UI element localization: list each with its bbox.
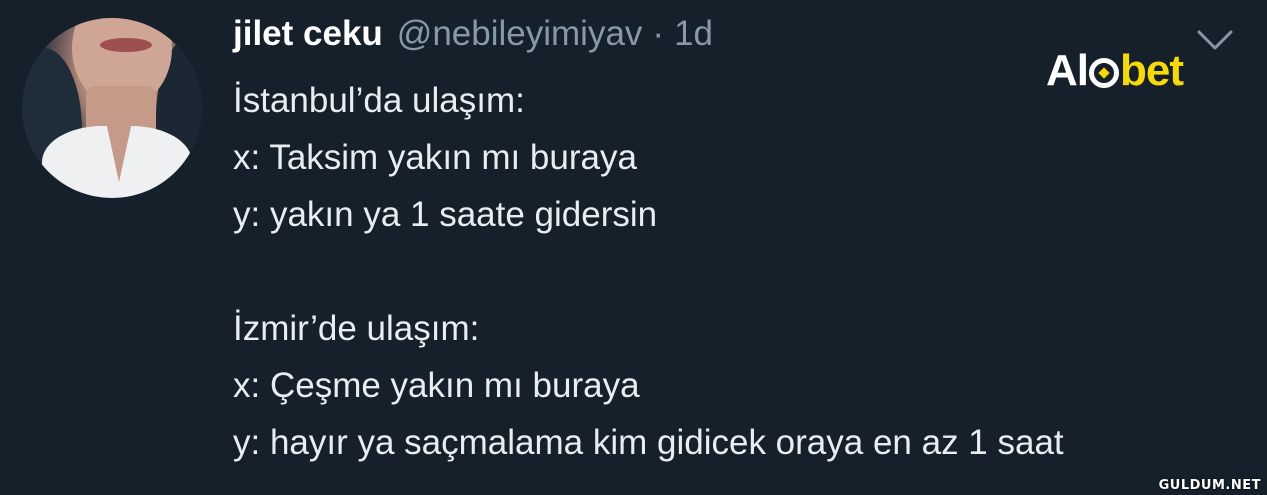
display-name[interactable]: jilet ceku [233, 14, 383, 54]
avatar[interactable] [22, 18, 202, 198]
tweet-header: jilet ceku @nebileyimiyav · 1d [233, 14, 713, 62]
tweet-line: y: yakın ya 1 saate gidersin [233, 195, 658, 234]
tweet-card: jilet ceku @nebileyimiyav · 1d Al bet İs… [0, 0, 1267, 495]
tweet-text: İstanbul’da ulaşım: x: Taksim yakın mı b… [233, 72, 1253, 471]
chevron-down-icon[interactable] [1195, 26, 1235, 56]
watermark: GULDUM.NET [1158, 478, 1261, 493]
tweet-line: x: Çeşme yakın mı buraya [233, 366, 640, 405]
user-handle[interactable]: @nebileyimiyav [397, 14, 643, 54]
timestamp[interactable]: 1d [674, 14, 713, 54]
tweet-line: x: Taksim yakın mı buraya [233, 138, 637, 177]
avatar-lips [100, 38, 152, 52]
tweet-line: y: hayır ya saçmalama kim gidicek oraya … [233, 423, 1064, 462]
tweet-line: İzmir’de ulaşım: [233, 309, 480, 348]
tweet-line: İstanbul’da ulaşım: [233, 81, 525, 120]
separator-dot: · [652, 14, 665, 53]
